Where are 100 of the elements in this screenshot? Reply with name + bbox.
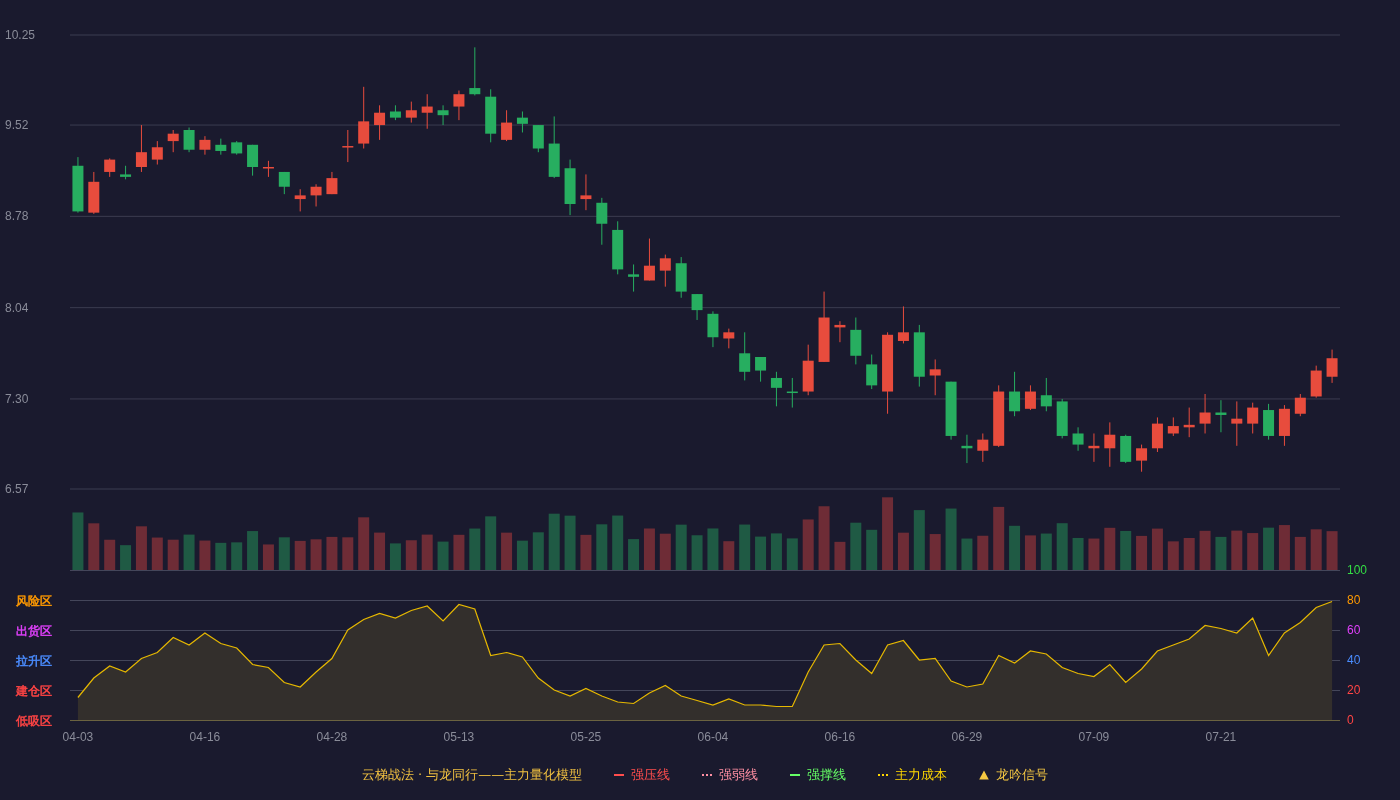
candlestick (1294, 393, 1306, 417)
volume-bar (358, 517, 370, 570)
volume-bar (929, 534, 941, 570)
volume-bar (675, 524, 687, 570)
volume-bar (151, 537, 163, 570)
volume-bar (1263, 527, 1275, 570)
legend-label: 强弱线 (719, 766, 759, 784)
axis-label: 80 (1347, 593, 1361, 607)
candlestick (135, 124, 147, 173)
axis-label: 100 (1347, 563, 1368, 577)
volume-bar (945, 508, 957, 570)
volume-bar (977, 535, 989, 570)
candlestick (977, 433, 989, 463)
volume-bar (135, 526, 147, 570)
volume-bar (612, 515, 624, 570)
volume-bar (1199, 530, 1211, 570)
volume-bar (532, 532, 544, 570)
candlestick (1120, 434, 1132, 464)
axis-label: 05-25 (570, 730, 602, 744)
volume-bar (1247, 533, 1259, 570)
candlestick (294, 188, 306, 212)
volume-bar (199, 540, 211, 570)
candlestick (691, 293, 703, 321)
volume-bar (342, 537, 354, 570)
volume-bar (405, 540, 417, 570)
candlestick (405, 101, 417, 124)
zone-label: 拉升区 (16, 654, 52, 668)
candlestick (278, 171, 290, 195)
volume-bar (501, 532, 513, 570)
volume-bar (548, 513, 560, 570)
volume-bar (755, 536, 767, 570)
candlestick (421, 93, 433, 130)
candlestick (786, 377, 798, 409)
axis-label: 06-16 (824, 730, 856, 744)
candlestick (167, 129, 179, 153)
volume-bar (596, 524, 608, 570)
candlestick (374, 104, 386, 141)
volume-bar (389, 543, 401, 570)
candlestick (1167, 416, 1179, 437)
volume-bar (1167, 541, 1179, 570)
volume-bar (564, 515, 576, 570)
candlestick (516, 111, 528, 133)
volume-bar (215, 542, 227, 570)
volume-bar (326, 536, 338, 570)
volume-bar (1215, 536, 1227, 570)
volume-bar (707, 528, 719, 570)
volume-bar (437, 541, 449, 570)
candlestick (310, 183, 322, 207)
candlestick (1231, 400, 1243, 447)
volume-bar (247, 531, 259, 570)
volume-bar (1104, 527, 1116, 570)
volume-bar (1088, 538, 1100, 570)
candlestick (437, 104, 449, 126)
candlestick (755, 356, 767, 383)
candlestick (501, 109, 513, 142)
candlestick (659, 254, 671, 288)
axis-label: 06-29 (951, 730, 983, 744)
legend-label: 龙吟信号 (996, 766, 1049, 784)
volume-bar (485, 516, 497, 570)
volume-bar (72, 512, 84, 570)
candlestick (1136, 444, 1148, 473)
candlestick (231, 140, 243, 156)
candlestick (389, 104, 401, 121)
axis-label: 40 (1347, 653, 1361, 667)
axis-label: 6.57 (5, 482, 29, 496)
candlestick (88, 171, 100, 215)
candlestick (802, 344, 814, 396)
volume-bar (866, 529, 878, 570)
volume-bar (88, 523, 100, 570)
volume-bar (913, 510, 925, 570)
candlestick (580, 173, 592, 211)
candlestick (1088, 433, 1100, 463)
candlestick (913, 324, 925, 388)
candlestick (358, 86, 370, 149)
candlestick (961, 434, 973, 464)
candlestick (739, 331, 751, 381)
axis-label: 7.30 (5, 391, 29, 406)
candlestick (532, 124, 544, 153)
candlestick (151, 140, 163, 166)
volume-bar (770, 533, 782, 570)
candlestick (1056, 398, 1068, 439)
candlestick (1072, 426, 1084, 452)
candlestick (72, 156, 84, 214)
candlestick (770, 371, 782, 407)
axis-label: 05-13 (443, 730, 475, 744)
volume-bar (310, 539, 322, 570)
candlestick (945, 381, 957, 441)
volume-bar (580, 534, 592, 570)
candlestick (564, 159, 576, 216)
volume-bar (723, 541, 735, 570)
candlestick (643, 238, 655, 281)
volume-bar (1294, 536, 1306, 570)
axis-label: 8.78 (5, 209, 29, 224)
candlestick (262, 160, 274, 178)
zone-label: 低吸区 (16, 714, 52, 728)
candlestick (897, 305, 909, 344)
candlestick (1310, 365, 1322, 399)
zone-label: 风险区 (16, 594, 52, 608)
candlestick (834, 320, 846, 343)
zone-label: 出货区 (16, 624, 52, 638)
